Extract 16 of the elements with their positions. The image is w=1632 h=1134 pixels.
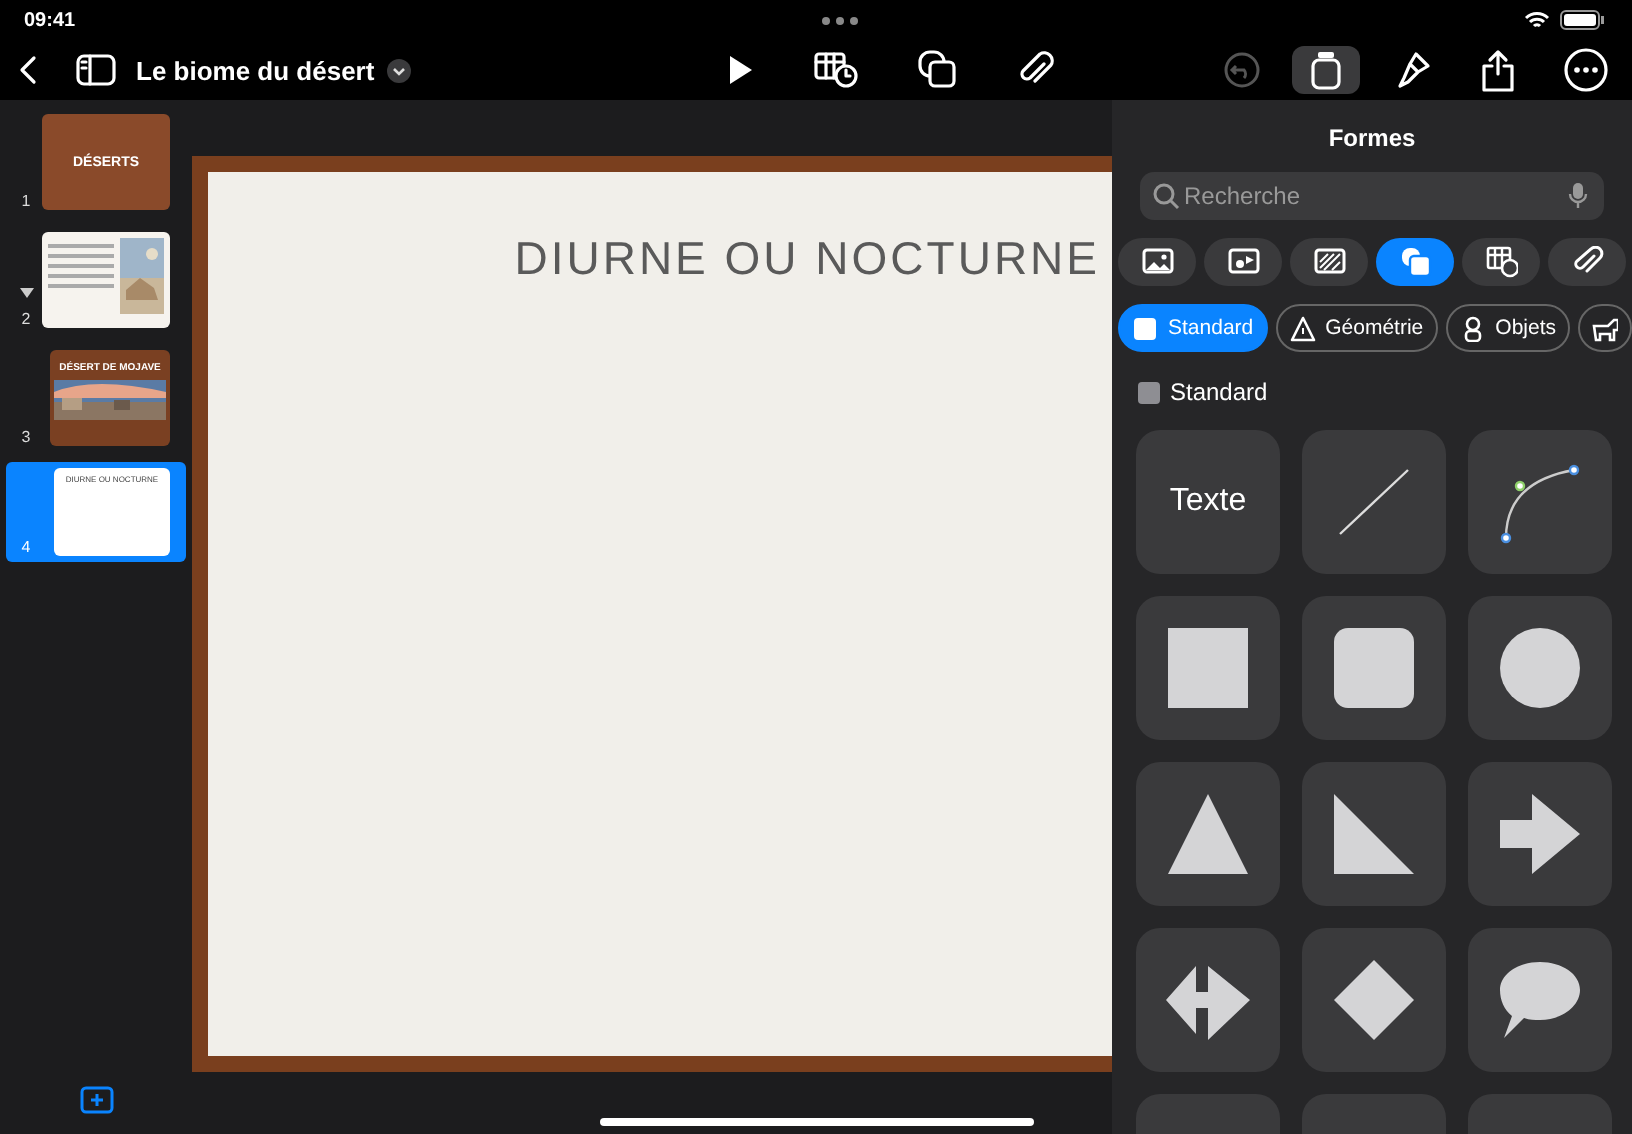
panel-title: Formes xyxy=(1328,124,1416,152)
document-title[interactable]: Le biome du désert xyxy=(136,55,375,85)
slide-number: 3 xyxy=(21,428,31,446)
category-chip[interactable]: Objets xyxy=(1445,304,1571,352)
status-time: 09:41 xyxy=(24,9,76,31)
slide-number: 2 xyxy=(21,310,31,328)
text-shape-button[interactable]: Texte xyxy=(1136,430,1280,574)
category-chip[interactable]: Géométrie xyxy=(1275,304,1438,352)
slide-title[interactable]: DIURNE OU NOCTURNE xyxy=(514,232,1100,288)
slide-row[interactable]: 2 xyxy=(6,226,186,334)
search-field[interactable]: Recherche xyxy=(1140,172,1604,220)
category-chip[interactable]: Standard xyxy=(1118,304,1268,352)
slide-number: 4 xyxy=(21,538,31,556)
section-title: Standard xyxy=(1170,378,1268,406)
slide-number: 1 xyxy=(21,192,31,210)
slide-canvas[interactable]: DIURNE OU NOCTURNE xyxy=(208,172,1112,1056)
